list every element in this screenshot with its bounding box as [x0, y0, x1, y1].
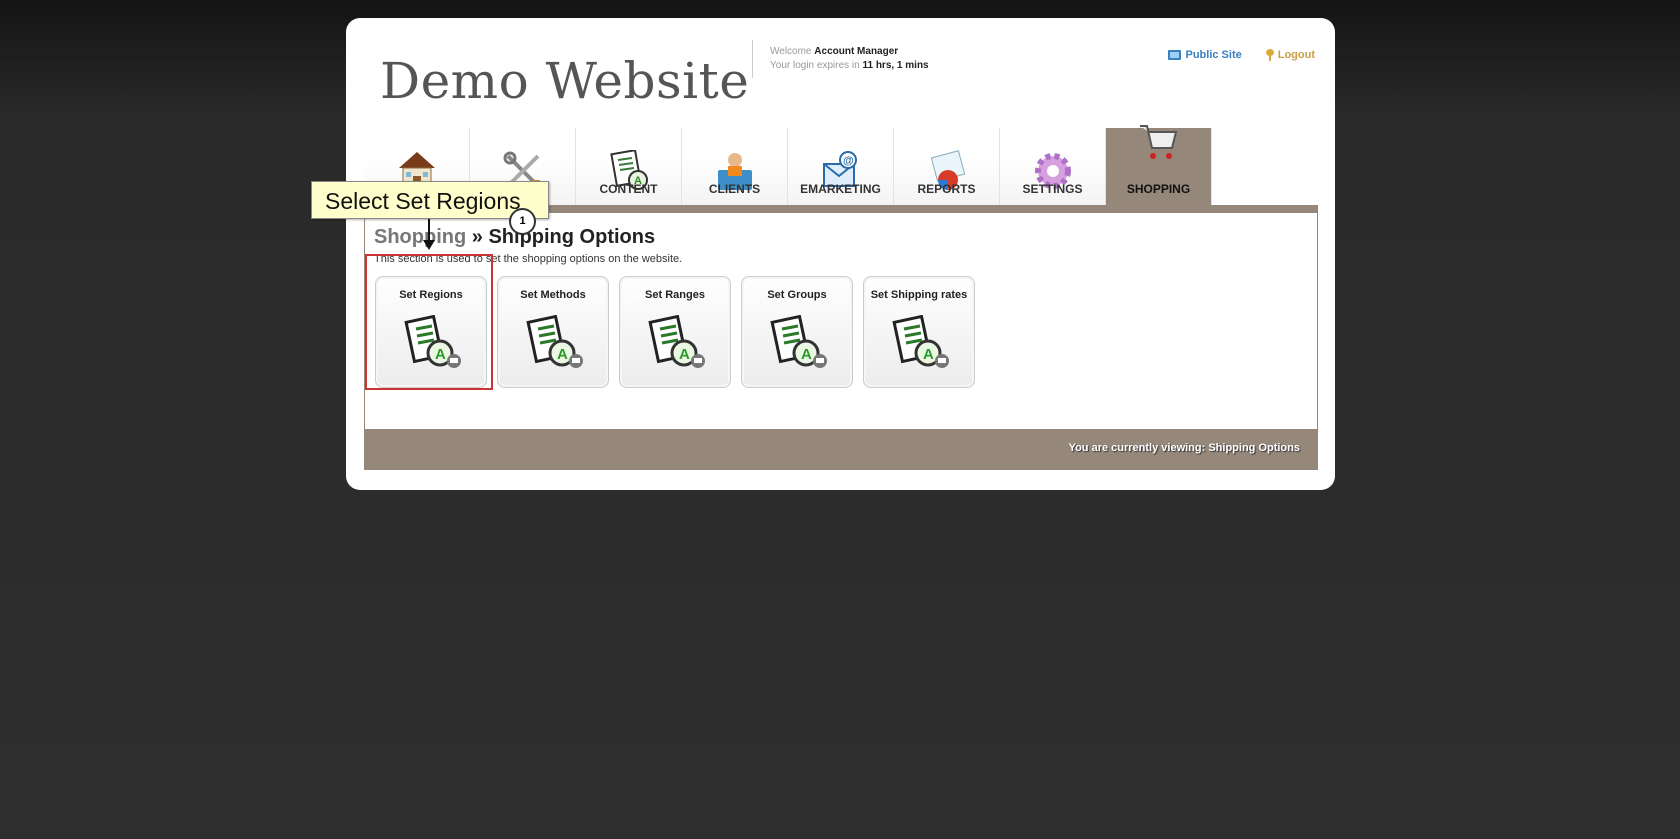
key-icon: [1265, 49, 1274, 61]
public-site-link[interactable]: Public Site: [1168, 49, 1242, 61]
expires-prefix: Your login expires in: [770, 60, 860, 71]
tab-shopping[interactable]: SHOPPING: [1106, 125, 1212, 205]
tab-clients-label: CLIENTS: [708, 182, 761, 196]
tab-content-label: CONTENT: [599, 182, 658, 196]
status-bar: You are currently viewing: Shipping Opti…: [365, 429, 1317, 469]
user-name: Account Manager: [814, 46, 899, 57]
breadcrumb-parent-link[interactable]: Shopping: [374, 226, 466, 248]
set-ranges-card[interactable]: Set Ranges A: [619, 276, 731, 388]
logout-link[interactable]: Logout: [1265, 49, 1315, 61]
welcome-block: Welcome Account Manager Your login expir…: [770, 45, 929, 73]
shipping-document-icon: A: [648, 315, 705, 368]
logout-label: Logout: [1277, 49, 1315, 61]
svg-text:A: A: [679, 346, 690, 363]
tab-content[interactable]: A CONTENT: [576, 128, 682, 205]
shopping-cart-icon: [1139, 125, 1177, 159]
tab-reports-label: REPORTS: [917, 182, 976, 196]
card-label: Set Ranges: [645, 289, 705, 301]
svg-text:A: A: [923, 346, 934, 363]
svg-text:A: A: [557, 346, 568, 363]
card-label: Set Groups: [767, 289, 827, 301]
card-label: Set Shipping rates: [870, 289, 968, 301]
tab-clients[interactable]: CLIENTS: [682, 128, 788, 205]
shipping-document-icon: A: [770, 315, 827, 368]
expires-value: 11 hrs, 1 mins: [862, 60, 929, 71]
shipping-document-icon: A: [892, 315, 949, 368]
header-divider: [752, 40, 753, 78]
highlight-box: [365, 254, 493, 390]
tab-shopping-label: SHOPPING: [1126, 182, 1191, 196]
callout-arrow-icon: [423, 240, 435, 250]
content-area: Shopping » Shipping Options This section…: [364, 205, 1318, 470]
tab-emarketing[interactable]: @ EMARKETING: [788, 128, 894, 205]
tab-settings[interactable]: SETTINGS: [1000, 128, 1106, 205]
set-methods-card[interactable]: Set Methods A: [497, 276, 609, 388]
tab-reports[interactable]: REPORTS: [894, 128, 1000, 205]
public-site-label: Public Site: [1185, 49, 1242, 61]
tab-settings-label: SETTINGS: [1022, 182, 1083, 196]
set-shipping-rates-card[interactable]: Set Shipping rates A: [863, 276, 975, 388]
callout-arrow-line: [428, 219, 430, 241]
shipping-document-icon: A: [526, 315, 583, 368]
welcome-prefix: Welcome: [770, 46, 812, 57]
tab-emarketing-label: EMARKETING: [800, 182, 881, 196]
svg-text:@: @: [843, 155, 854, 167]
site-title: Demo Website: [380, 52, 750, 110]
monitor-icon: [1168, 50, 1182, 60]
top-links: Public Site Logout: [1168, 49, 1315, 61]
card-label: Set Methods: [520, 289, 586, 301]
set-groups-card[interactable]: Set Groups A: [741, 276, 853, 388]
svg-text:A: A: [801, 346, 812, 363]
status-text: You are currently viewing: Shipping Opti…: [1068, 442, 1300, 454]
main-panel: Demo Website Welcome Account Manager You…: [346, 18, 1335, 490]
breadcrumb-separator: »: [466, 226, 489, 248]
step-number-badge: 1: [509, 208, 536, 235]
